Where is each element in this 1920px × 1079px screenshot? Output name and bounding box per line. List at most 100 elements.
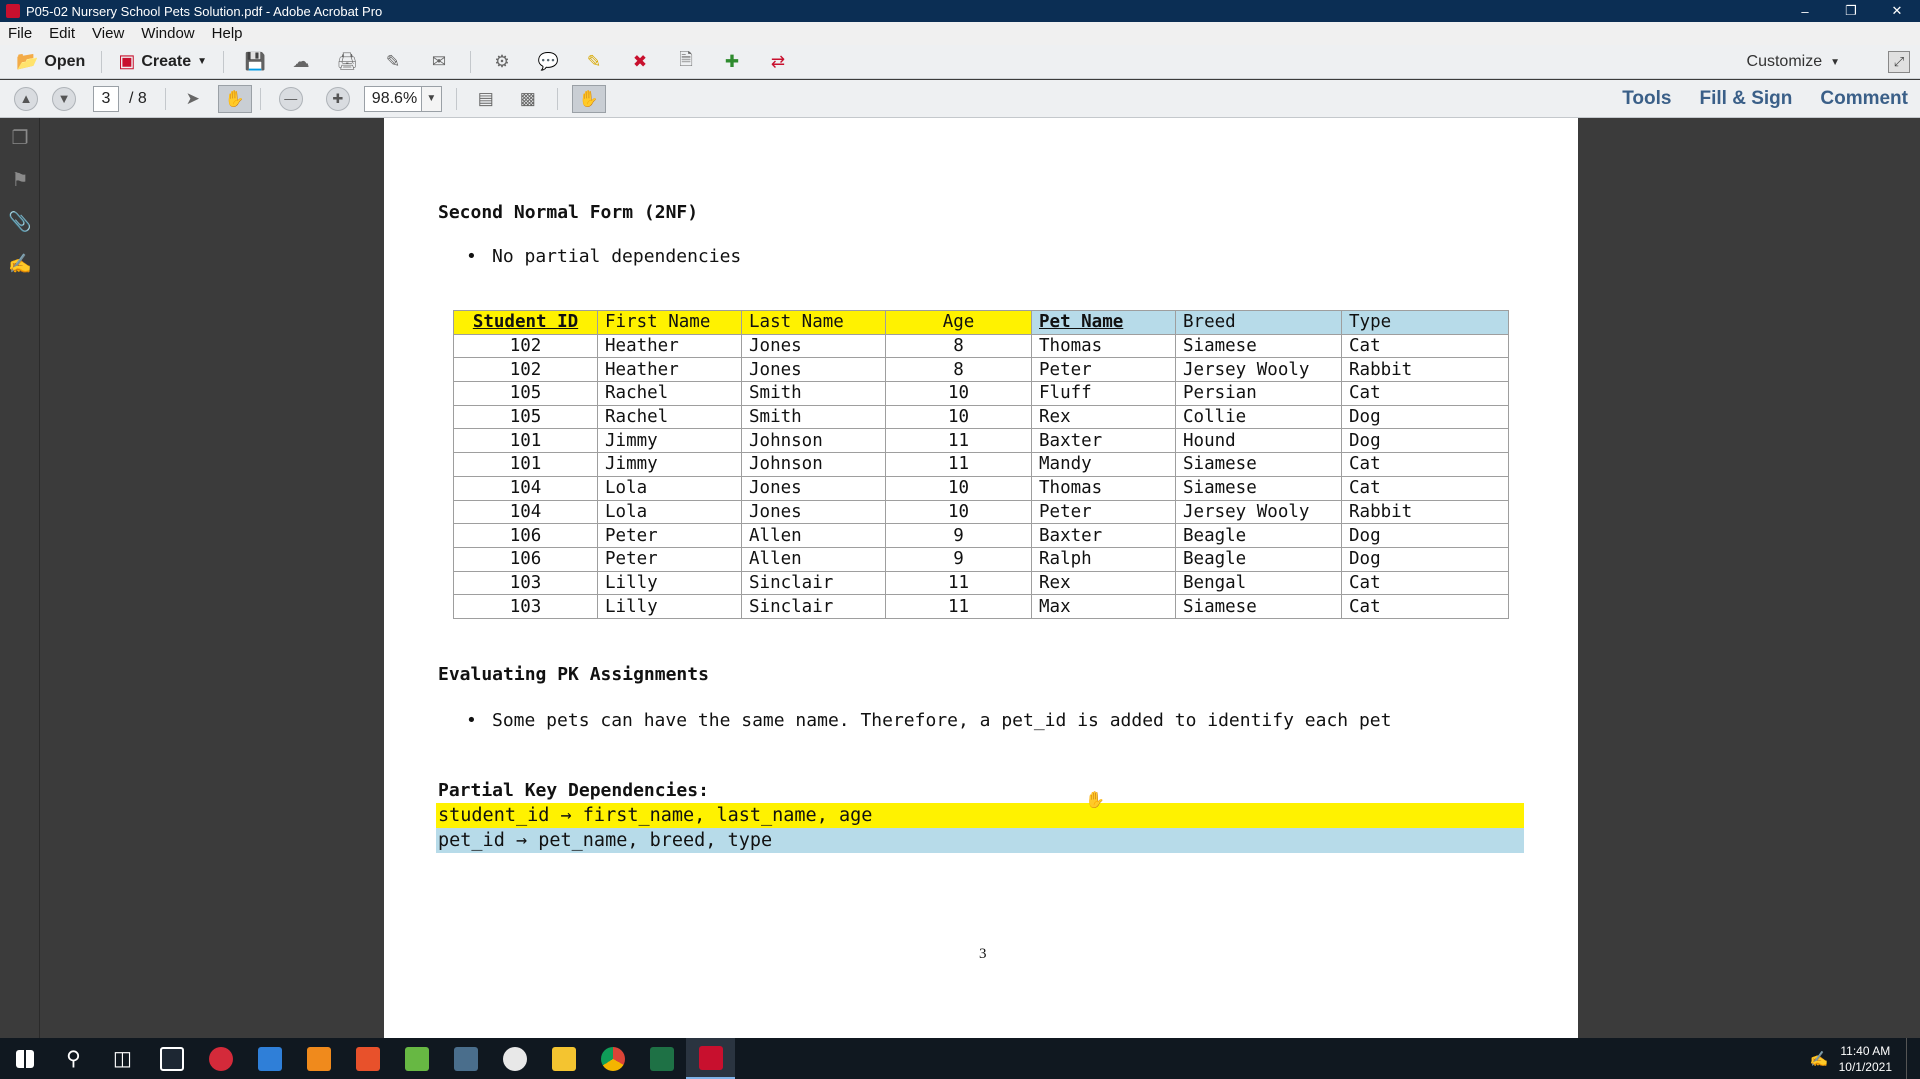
clock[interactable]: 11:40 AM 10/1/2021 xyxy=(1839,1043,1892,1075)
table-cell: Jimmy xyxy=(597,452,742,477)
bookmarks-icon[interactable]: ⚑ xyxy=(0,160,40,202)
divider xyxy=(101,50,103,73)
hand-tool-icon[interactable]: ✋ xyxy=(217,84,252,113)
divider xyxy=(259,87,261,110)
navigation-toolbar: ▲ ▼ 3 / 8 ➤ ✋ — ✚ 98.6% ▼ ▤ ▩ ✋ Tools Fi… xyxy=(0,80,1920,118)
restore-button[interactable]: ❐ xyxy=(1828,0,1874,22)
minimize-button[interactable]: – xyxy=(1782,0,1828,22)
file-explorer-icon[interactable] xyxy=(539,1038,588,1079)
desktop-app-icon[interactable] xyxy=(147,1038,196,1079)
replace-page-icon[interactable]: ⇄ xyxy=(767,51,789,73)
page-thumbnails-icon[interactable]: ❐ xyxy=(0,118,40,160)
table-cell: 10 xyxy=(885,475,1032,501)
table-cell: 102 xyxy=(453,357,598,383)
expand-icon[interactable]: ⤢ xyxy=(1888,51,1910,73)
chrome-icon[interactable] xyxy=(588,1038,637,1079)
vertical-scrollbar[interactable] xyxy=(1911,118,1920,1038)
window-title: P05-02 Nursery School Pets Solution.pdf … xyxy=(26,3,383,19)
table-cell: 104 xyxy=(453,475,598,501)
tools-link[interactable]: Tools xyxy=(1622,88,1671,110)
print-icon[interactable]: 🖨 xyxy=(336,51,358,73)
table-row: 106 Peter Allen 9 Baxter Beagle Dog xyxy=(453,523,1509,548)
snagit-app-icon[interactable] xyxy=(343,1038,392,1079)
next-page-icon[interactable]: ▼ xyxy=(52,86,76,111)
settings-icon[interactable]: ⚙ xyxy=(491,51,513,73)
close-button[interactable]: ✕ xyxy=(1874,0,1920,22)
create-button[interactable]: ▣ Create ▼ xyxy=(110,48,215,76)
create-pdf-icon: ▣ xyxy=(118,51,136,71)
previous-page-icon[interactable]: ▲ xyxy=(14,86,38,111)
table-cell: Rex xyxy=(1031,404,1176,430)
table-cell: 105 xyxy=(453,404,598,430)
windows-start-icon[interactable] xyxy=(0,1038,49,1079)
table-cell: 9 xyxy=(885,523,1032,548)
record-app-icon[interactable] xyxy=(196,1038,245,1079)
zoom-dropdown-icon[interactable]: ▼ xyxy=(421,85,442,112)
media-app-icon[interactable] xyxy=(490,1038,539,1079)
signatures-icon[interactable]: ✍ xyxy=(0,244,40,286)
fit-page-icon[interactable]: ▤ xyxy=(475,88,497,110)
table-cell: Rabbit xyxy=(1341,499,1509,525)
table-cell: Cat xyxy=(1341,594,1509,619)
snip-app-icon[interactable] xyxy=(245,1038,294,1079)
table-cell: Jimmy xyxy=(597,428,742,454)
menu-window[interactable]: Window xyxy=(133,25,203,42)
table-cell: Peter xyxy=(597,546,742,572)
insert-page-icon[interactable]: ✚ xyxy=(721,51,743,73)
table-cell: Baxter xyxy=(1031,523,1176,548)
create-label: Create xyxy=(141,52,192,70)
tools-app-icon[interactable] xyxy=(441,1038,490,1079)
comment-icon[interactable]: 💬 xyxy=(537,51,559,73)
table-cell: Rachel xyxy=(597,381,742,406)
menu-file[interactable]: File xyxy=(0,25,41,42)
table-row: 104 Lola Jones 10 Peter Jersey Wooly Rabbit xyxy=(453,499,1509,525)
table-cell: 105 xyxy=(453,381,598,406)
cloud-upload-icon[interactable]: ☁ xyxy=(290,51,312,73)
table-cell: Rabbit xyxy=(1341,357,1509,383)
extract-page-icon[interactable]: 🗎 xyxy=(675,50,697,73)
package-app-icon[interactable] xyxy=(294,1038,343,1079)
bullet-pk: Some pets can have the same name. Theref… xyxy=(466,710,1391,731)
zoom-out-icon[interactable]: — xyxy=(278,86,303,111)
fill-sign-link[interactable]: Fill & Sign xyxy=(1699,88,1792,110)
open-button[interactable]: 📂 Open xyxy=(8,48,93,76)
email-icon[interactable]: ✉ xyxy=(428,51,450,73)
search-icon[interactable]: ⚲ xyxy=(49,1038,98,1079)
notifications-icon[interactable] xyxy=(1906,1038,1920,1079)
right-panel-links: Tools Fill & Sign Comment xyxy=(1594,80,1908,118)
table-cell: 9 xyxy=(885,546,1032,572)
table-cell: 11 xyxy=(885,570,1032,596)
table-header-row: Student ID First Name Last Name Age Pet … xyxy=(453,310,1509,335)
zoom-in-icon[interactable]: ✚ xyxy=(325,86,350,111)
header-type: Type xyxy=(1341,310,1509,335)
taskbar: ⚲ ◫ ✍ 11:40 AM 10/1/2021 xyxy=(0,1038,1920,1079)
delete-page-icon[interactable]: ✖ xyxy=(629,51,651,73)
table-cell: Smith xyxy=(741,381,886,406)
acrobat-taskbar-icon[interactable] xyxy=(686,1038,735,1079)
edit-icon[interactable]: ✎ xyxy=(382,51,404,73)
comment-link[interactable]: Comment xyxy=(1820,88,1908,110)
save-icon[interactable]: 💾 xyxy=(244,51,266,73)
attachments-icon[interactable]: 📎 xyxy=(0,202,40,244)
fullscreen-icon[interactable]: ▩ xyxy=(517,88,539,110)
notes-app-icon[interactable] xyxy=(392,1038,441,1079)
table-row: 102 Heather Jones 8 Thomas Siamese Cat xyxy=(453,333,1509,359)
task-view-icon[interactable]: ◫ xyxy=(98,1038,147,1079)
menu-view[interactable]: View xyxy=(84,25,133,42)
highlight-icon[interactable]: ✎ xyxy=(583,51,605,73)
table-cell: Beagle xyxy=(1175,523,1342,548)
table-cell: Jersey Wooly xyxy=(1175,499,1342,525)
zoom-input[interactable]: 98.6% xyxy=(363,85,422,112)
customize-dropdown[interactable]: Customize ▼ xyxy=(1747,45,1840,79)
table-cell: Lola xyxy=(597,475,742,501)
table-row: 106 Peter Allen 9 Ralph Beagle Dog xyxy=(453,546,1509,572)
menu-edit[interactable]: Edit xyxy=(41,25,84,42)
pen-icon[interactable]: ✍ xyxy=(1810,1050,1829,1068)
select-arrow-icon[interactable]: ➤ xyxy=(182,88,204,110)
read-mode-icon[interactable]: ✋ xyxy=(571,84,606,113)
menu-help[interactable]: Help xyxy=(204,25,252,42)
table-cell: Allen xyxy=(741,523,886,548)
page-number-input[interactable]: 3 xyxy=(93,85,119,112)
table-cell: Bengal xyxy=(1175,570,1342,596)
excel-icon[interactable] xyxy=(637,1038,686,1079)
